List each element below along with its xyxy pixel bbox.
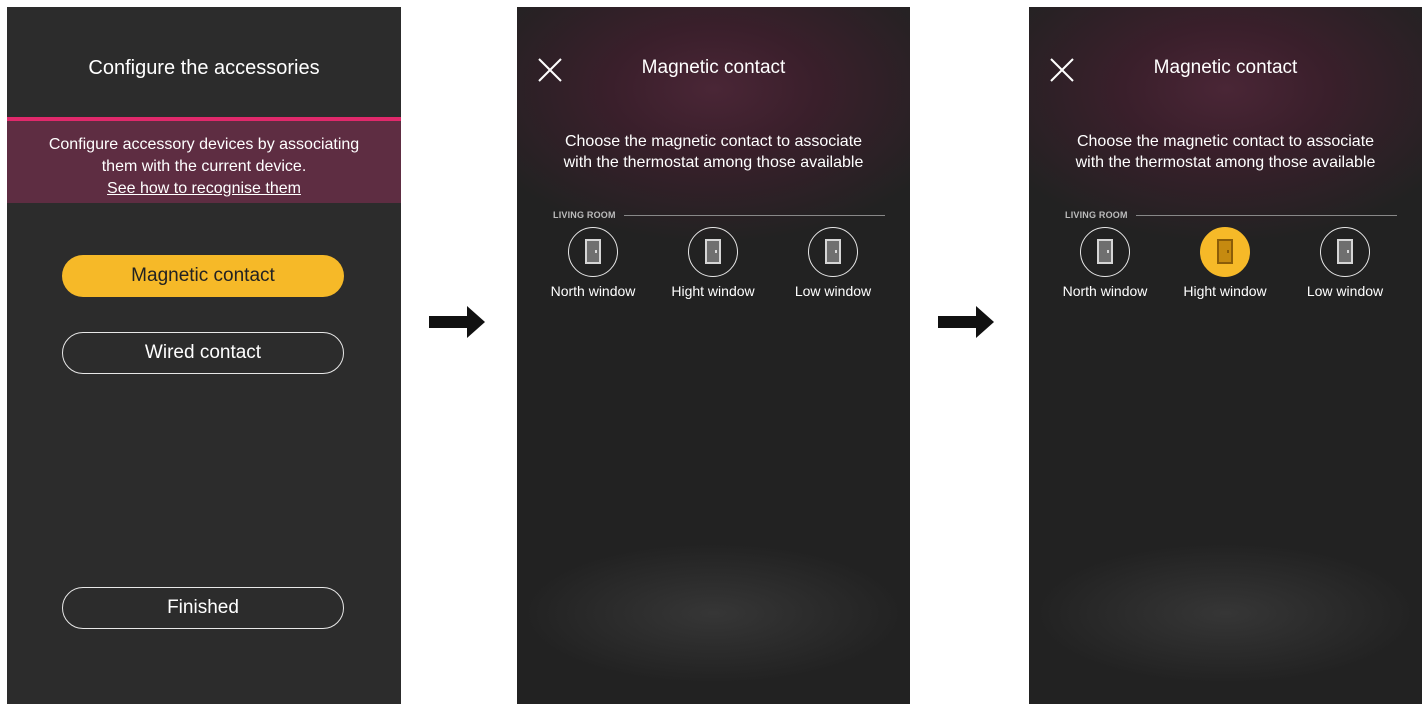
magnetic-contact-screen: Magnetic contact Choose the magnetic con… (517, 7, 910, 704)
right-arrow-icon (938, 306, 994, 338)
device-low-window[interactable]: Low window (773, 227, 893, 299)
device-hight-window-selected[interactable]: Hight window (1165, 227, 1285, 299)
instruction-line1: Choose the magnetic contact to associate (1076, 133, 1375, 150)
device-circle (1080, 227, 1130, 277)
device-circle (1320, 227, 1370, 277)
device-label: Hight window (1183, 283, 1267, 299)
page-title: Configure the accessories (88, 57, 320, 79)
device-label: Low window (1306, 283, 1384, 299)
instruction-text: Choose the magnetic contact to associate… (1029, 131, 1422, 173)
door-icon (1337, 239, 1353, 264)
instruction-line1: Choose the magnetic contact to associate (564, 133, 863, 150)
instruction-line2: with the thermostat among those availabl… (1075, 154, 1376, 171)
right-arrow-icon (429, 306, 485, 338)
magnetic-contact-selected-screen: Magnetic contact Choose the magnetic con… (1029, 7, 1422, 704)
door-icon (705, 239, 721, 264)
device-circle (568, 227, 618, 277)
configure-accessories-screen: Configure the accessories Configure acce… (7, 7, 401, 704)
device-north-window[interactable]: North window (533, 227, 653, 299)
room-divider (1136, 215, 1397, 216)
door-icon (1097, 239, 1113, 264)
instruction-text: Choose the magnetic contact to associate… (517, 131, 910, 173)
device-label: North window (1062, 283, 1148, 299)
banner-text-line1: Configure accessory devices by associati… (48, 136, 360, 153)
magnetic-contact-button[interactable]: Magnetic contact (62, 255, 344, 297)
device-low-window[interactable]: Low window (1285, 227, 1405, 299)
device-north-window[interactable]: North window (1045, 227, 1165, 299)
room-label: LIVING ROOM (1065, 210, 1128, 220)
instruction-line2: with the thermostat among those availabl… (563, 154, 864, 171)
device-circle (688, 227, 738, 277)
room-divider (624, 215, 885, 216)
wired-contact-button[interactable]: Wired contact (62, 332, 344, 374)
info-banner: Configure accessory devices by associati… (7, 117, 401, 203)
device-hight-window[interactable]: Hight window (653, 227, 773, 299)
page-title: Magnetic contact (1153, 57, 1298, 78)
recognise-link[interactable]: See how to recognise them (7, 178, 401, 200)
room-label: LIVING ROOM (553, 210, 616, 220)
banner-text-line2: them with the current device. (101, 158, 307, 175)
page-title: Magnetic contact (641, 57, 786, 78)
device-label: Hight window (671, 283, 755, 299)
device-label: Low window (794, 283, 872, 299)
device-circle-selected (1200, 227, 1250, 277)
door-icon (1217, 239, 1233, 264)
finished-button[interactable]: Finished (62, 587, 344, 629)
door-icon (825, 239, 841, 264)
door-icon (585, 239, 601, 264)
device-label: North window (550, 283, 636, 299)
device-circle (808, 227, 858, 277)
